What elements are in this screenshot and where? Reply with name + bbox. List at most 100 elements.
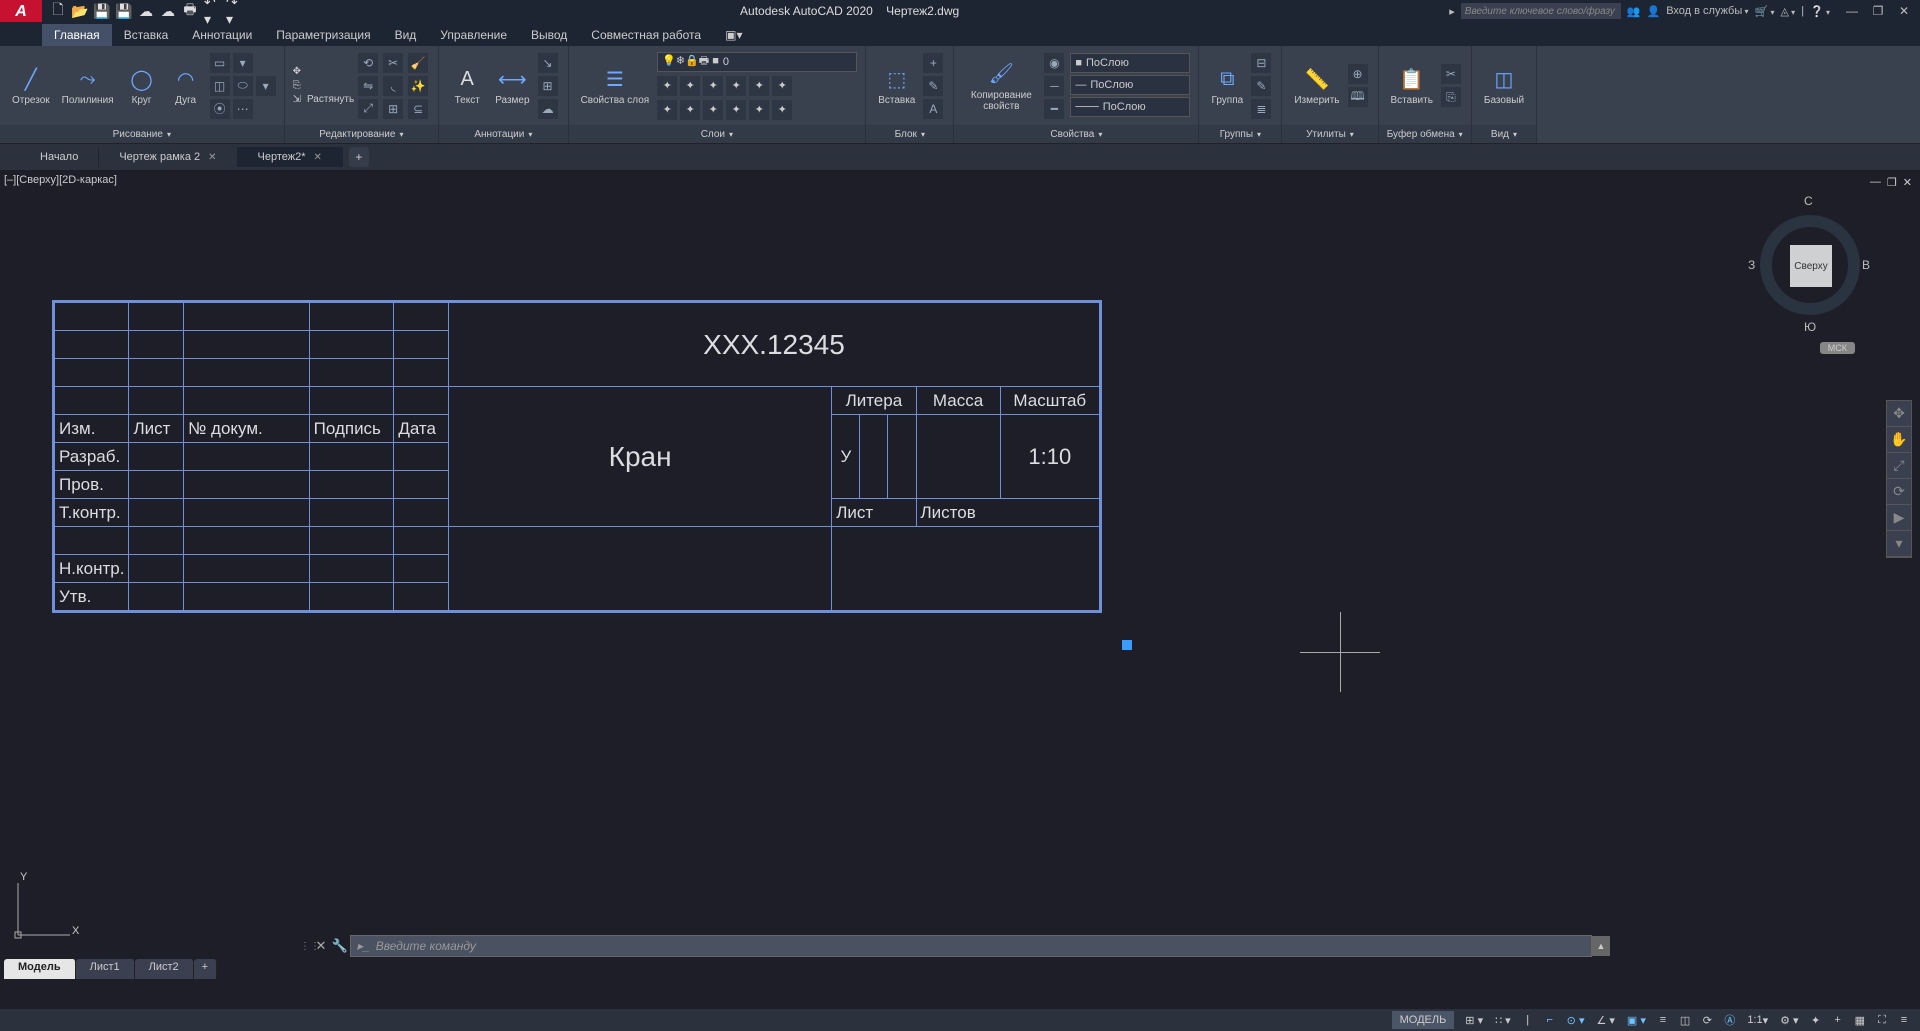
cut-icon[interactable]: ✂ [1441,64,1461,84]
layer-combo[interactable]: 💡❄🔒🖶 ■ 0 [657,52,857,72]
new-icon[interactable]: 🗋 [50,3,66,19]
tab-file-2[interactable]: Чертеж2*✕ [238,147,343,167]
command-input[interactable]: ▸_ Введите команду [350,935,1592,957]
sb-snap-icon[interactable]: ∷ ▾ [1490,1011,1516,1029]
panel-props-title[interactable]: Свойства [954,125,1198,143]
explode-icon[interactable]: ✨ [408,76,428,96]
measure-button[interactable]: 📏Измерить [1290,63,1343,108]
search-input[interactable]: Введите ключевое слово/фразу [1461,3,1621,19]
table-icon[interactable]: ⊞ [538,76,558,96]
text-button[interactable]: AТекст [447,63,487,108]
zoom-extents-icon[interactable]: ⤢ [1887,453,1911,479]
sb-lineweight-icon[interactable]: ≡ [1653,1011,1673,1029]
layout-add[interactable]: + [194,959,217,979]
panel-annot-title[interactable]: Аннотации [439,125,567,143]
ungroup-icon[interactable]: ⊟ [1251,53,1271,73]
sb-cycle-icon[interactable]: ⟳ [1697,1011,1717,1029]
tab-manage[interactable]: Управление [428,24,519,46]
rect-icon[interactable]: ▭ [210,53,230,73]
misc1-icon[interactable]: ⦿ [210,99,230,119]
minimize-icon[interactable]: — [1844,3,1860,19]
cmd-history-icon[interactable]: ▲ [1592,936,1610,956]
panel-view-title[interactable]: Вид [1472,125,1536,143]
panel-clip-title[interactable]: Буфер обмена [1379,125,1471,143]
vc-north[interactable]: С [1804,194,1813,208]
vp-close-icon[interactable]: ✕ [1903,176,1912,189]
sb-anno-icon[interactable]: + [1828,1011,1848,1029]
layer-tool-7[interactable]: ✦ [657,100,677,120]
lineweight-icon[interactable]: ━ [1044,99,1064,119]
sb-cleanscreen-icon[interactable]: ⛶ [1872,1011,1892,1029]
color-combo[interactable]: ■ ПоСлою [1070,53,1190,73]
panel-edit-title[interactable]: Редактирование [285,125,439,143]
color-wheel-icon[interactable]: ◉ [1044,53,1064,73]
stretch-button[interactable]: ⇲Растянуть [293,94,355,105]
plot-icon[interactable]: 🖶 [182,3,198,19]
dd-icon[interactable]: ▾ [233,53,253,73]
orbit-icon[interactable]: ⟳ [1887,479,1911,505]
redo-icon[interactable]: ↷ ▾ [226,3,242,19]
layer-tool-6[interactable]: ✦ [772,76,792,96]
vc-west[interactable]: З [1748,258,1755,272]
panel-block-title[interactable]: Блок [866,125,953,143]
pan-icon[interactable]: ✋ [1887,427,1911,453]
user-icon[interactable]: 👤 [1646,5,1660,18]
matchprops-button[interactable]: 🖌Копирование свойств [962,58,1040,114]
mirror-icon[interactable]: ⇋ [358,76,378,96]
panel-utils-title[interactable]: Утилиты [1282,125,1377,143]
layer-tool-11[interactable]: ✦ [749,100,769,120]
close-icon[interactable]: ✕ [1896,3,1912,19]
tab-home[interactable]: Главная [42,24,112,46]
attr-icon[interactable]: A [923,99,943,119]
layer-tool-12[interactable]: ✦ [772,100,792,120]
cart-icon[interactable]: 🛒 [1755,5,1775,18]
sb-gear-icon[interactable]: ⚙ ▾ [1775,1011,1803,1029]
move-button[interactable]: ✥ [293,66,355,77]
edit-block-icon[interactable]: ✎ [923,76,943,96]
layer-tool-5[interactable]: ✦ [749,76,769,96]
layerprops-button[interactable]: ☰Свойства слоя [577,63,654,108]
linetype-combo[interactable]: ─── ПоСлою [1070,97,1190,117]
panel-draw-title[interactable]: Рисование [0,125,284,143]
connectivity-icon[interactable]: 👥 [1627,5,1641,18]
leader-icon[interactable]: ↘ [538,53,558,73]
ucs-icon[interactable]: X Y [10,875,80,948]
sb-polar-icon[interactable]: ⊙ ▾ [1562,1011,1590,1029]
open-icon[interactable]: 📂 [72,3,88,19]
viewport-label[interactable]: [–][Сверху][2D-каркас] [4,174,117,186]
signin-button[interactable]: Вход в службы [1666,5,1748,17]
selection-grip[interactable] [1122,640,1132,650]
drawing-area[interactable]: [–][Сверху][2D-каркас] — ❐ ✕ С Ю З В Све… [0,170,1920,1003]
panel-layers-title[interactable]: Слои [569,125,866,143]
add-tab-button[interactable]: + [349,147,369,167]
tab-output[interactable]: Вывод [519,24,579,46]
sb-scale[interactable]: 1:1 ▾ [1742,1011,1773,1029]
app-menu-icon[interactable]: ◬ [1780,5,1795,18]
vc-south[interactable]: Ю [1804,320,1816,334]
tab-collaborate[interactable]: Совместная работа [579,24,713,46]
cloud-icon[interactable]: ☁ [538,99,558,119]
baseview-button[interactable]: ◫Базовый [1480,63,1528,108]
help-icon[interactable]: ❔ [1810,5,1830,18]
layer-tool-8[interactable]: ✦ [680,100,700,120]
trim-icon[interactable]: ✂ [383,53,403,73]
layer-tool-10[interactable]: ✦ [726,100,746,120]
fillet-icon[interactable]: ◟ [383,76,403,96]
group-button[interactable]: ⧉Группа [1207,63,1247,108]
lineweight-combo[interactable]: — ПоСлою [1070,75,1190,95]
nav-more-icon[interactable]: ▾ [1887,531,1911,557]
undo-icon[interactable]: ↶ ▾ [204,3,220,19]
hatch-icon[interactable]: ◫ [210,76,230,96]
util1-icon[interactable]: ⊕ [1348,64,1368,84]
layer-tool-1[interactable]: ✦ [657,76,677,96]
group-mgr-icon[interactable]: ≣ [1251,99,1271,119]
search-arrow-icon[interactable]: ▸ [1449,5,1455,18]
sb-iso-icon[interactable]: ∠ ▾ [1591,1011,1619,1029]
layer-tool-4[interactable]: ✦ [726,76,746,96]
copy-button[interactable]: ⎘ [293,80,355,91]
circle-button[interactable]: ◯Круг [122,63,162,108]
group-edit-icon[interactable]: ✎ [1251,76,1271,96]
insert-button[interactable]: ⬚Вставка [874,63,919,108]
viewcube[interactable]: С Ю З В Сверху [1750,190,1870,350]
tab-insert[interactable]: Вставка [112,24,181,46]
